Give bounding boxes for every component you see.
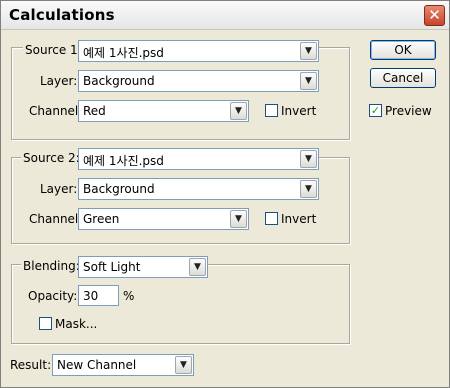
source1-label: Source 1: [23, 43, 84, 57]
source2-file-value: 예제 1사진.psd [83, 154, 164, 168]
preview-checkbox[interactable]: ✓ [369, 104, 382, 117]
source1-channel-select[interactable]: Red ▼ [78, 100, 249, 122]
result-select[interactable]: New Channel ▼ [52, 354, 194, 376]
result-value: New Channel [57, 358, 137, 372]
result-label: Result: [10, 358, 52, 372]
mask-checkbox[interactable] [39, 317, 52, 330]
chevron-down-icon[interactable]: ▼ [175, 356, 192, 374]
chevron-down-icon[interactable]: ▼ [300, 150, 317, 168]
source2-layer-select[interactable]: Background ▼ [78, 178, 319, 200]
ok-button[interactable]: OK [370, 40, 436, 60]
source1-file-value: 예제 1사진.psd [83, 46, 164, 60]
source2-invert-label[interactable]: Invert [281, 212, 316, 226]
mask-label[interactable]: Mask... [55, 317, 97, 331]
source2-layer-value: Background [83, 182, 155, 196]
chevron-down-icon[interactable]: ▼ [189, 258, 206, 276]
source1-invert-checkbox[interactable] [265, 104, 278, 117]
source1-layer-value: Background [83, 74, 155, 88]
source2-label: Source 2: [21, 151, 82, 165]
calculations-dialog: Calculations ✕ Source 1: 예제 1사진.psd ▼ La… [0, 0, 450, 388]
chevron-down-icon[interactable]: ▼ [230, 102, 247, 120]
cancel-button[interactable]: Cancel [370, 68, 436, 88]
chevron-down-icon[interactable]: ▼ [300, 72, 317, 90]
source1-layer-label: Layer: [40, 74, 78, 88]
preview-label[interactable]: Preview [385, 104, 432, 118]
opacity-unit: % [123, 289, 135, 303]
opacity-label: Opacity: [28, 289, 78, 303]
source1-layer-select[interactable]: Background ▼ [78, 70, 319, 92]
source1-file-select[interactable]: 예제 1사진.psd ▼ [78, 40, 319, 62]
source2-channel-select[interactable]: Green ▼ [78, 208, 249, 230]
source2-file-select[interactable]: 예제 1사진.psd ▼ [78, 148, 319, 170]
close-icon[interactable]: ✕ [424, 5, 445, 26]
source2-layer-label: Layer: [40, 182, 78, 196]
chevron-down-icon[interactable]: ▼ [300, 42, 317, 60]
source2-channel-value: Green [83, 212, 120, 226]
source2-channel-label: Channel: [29, 212, 83, 226]
source2-group [11, 157, 350, 244]
source1-channel-value: Red [83, 104, 106, 118]
blending-label: Blending: [21, 259, 82, 273]
opacity-value: 30 [83, 289, 99, 303]
window-title: Calculations [9, 6, 115, 24]
source2-invert-checkbox[interactable] [265, 212, 278, 225]
blending-mode-select[interactable]: Soft Light ▼ [78, 256, 208, 278]
chevron-down-icon[interactable]: ▼ [300, 180, 317, 198]
blending-mode-value: Soft Light [83, 260, 141, 274]
source1-channel-label: Channel: [29, 104, 83, 118]
title-bar[interactable]: Calculations ✕ [1, 1, 449, 30]
opacity-input[interactable]: 30 [78, 285, 119, 306]
chevron-down-icon[interactable]: ▼ [230, 210, 247, 228]
source1-invert-label[interactable]: Invert [281, 104, 316, 118]
